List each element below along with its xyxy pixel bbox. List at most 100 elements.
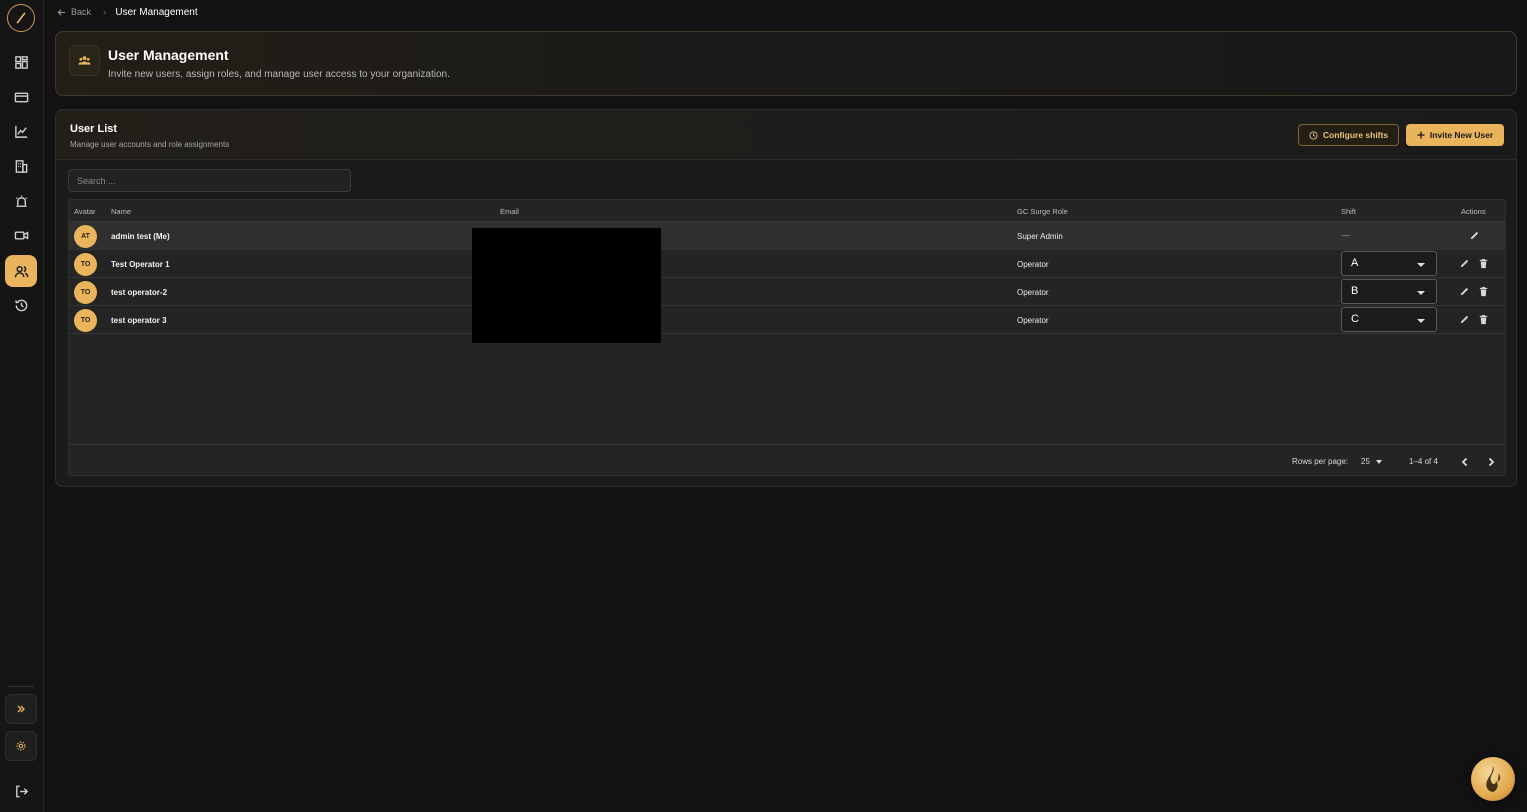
edit-button[interactable] bbox=[1469, 230, 1480, 241]
trash-icon bbox=[1479, 314, 1488, 325]
user-shift-empty: — bbox=[1342, 231, 1350, 240]
table-row: AT admin test (Me) Super Admin — bbox=[69, 222, 1505, 250]
page-title: User Management bbox=[108, 47, 229, 63]
sidebar bbox=[0, 0, 44, 812]
user-list-card: User List Manage user accounts and role … bbox=[55, 109, 1517, 487]
caret-down-icon bbox=[1417, 263, 1425, 267]
column-header-avatar: Avatar bbox=[74, 207, 96, 216]
edit-button[interactable] bbox=[1459, 314, 1470, 325]
configure-shifts-label: Configure shifts bbox=[1322, 130, 1389, 140]
avatar: TO bbox=[74, 281, 97, 304]
rows-per-page-label: Rows per page: bbox=[1292, 457, 1349, 466]
invite-new-user-button[interactable]: Invite New User bbox=[1406, 124, 1504, 146]
page-subtitle: Invite new users, assign roles, and mana… bbox=[108, 69, 450, 80]
sidebar-item-users[interactable] bbox=[5, 255, 37, 287]
column-header-actions: Actions bbox=[1461, 207, 1486, 216]
logout-button[interactable] bbox=[5, 775, 37, 807]
user-list-subtitle: Manage user accounts and role assignment… bbox=[70, 140, 230, 149]
assistant-fab-button[interactable] bbox=[1471, 757, 1515, 801]
sidebar-item-cameras[interactable] bbox=[5, 219, 37, 251]
user-role: Operator bbox=[1017, 316, 1049, 325]
trash-icon bbox=[1479, 258, 1488, 269]
previous-page-button[interactable] bbox=[1458, 455, 1472, 469]
edit-button[interactable] bbox=[1459, 286, 1470, 297]
sidebar-item-sites[interactable] bbox=[5, 150, 37, 182]
sidebar-item-alarms[interactable] bbox=[5, 185, 37, 217]
delete-button[interactable] bbox=[1478, 258, 1489, 269]
table-pagination: Rows per page: 25 1–4 of 4 bbox=[69, 444, 1505, 477]
shift-select-value: B bbox=[1351, 285, 1359, 297]
settings-button[interactable] bbox=[5, 731, 37, 761]
table-row: TO test operator 3 Operator C bbox=[69, 306, 1505, 334]
users-table: Avatar Name Email GC Surge Role Shift Ac… bbox=[68, 199, 1506, 476]
search-input[interactable] bbox=[68, 169, 351, 192]
user-name: test operator 3 bbox=[111, 316, 167, 325]
pencil-icon bbox=[1460, 315, 1469, 324]
sidebar-item-history[interactable] bbox=[5, 289, 37, 321]
avatar: TO bbox=[74, 309, 97, 332]
sidebar-item-billing[interactable] bbox=[5, 81, 37, 113]
sidebar-item-dashboard[interactable] bbox=[5, 46, 37, 78]
logout-icon bbox=[15, 785, 28, 797]
rows-per-page-select[interactable]: 25 bbox=[1361, 457, 1370, 466]
breadcrumb-separator-icon: › bbox=[103, 6, 107, 18]
user-role: Operator bbox=[1017, 288, 1049, 297]
double-chevron-right-icon bbox=[17, 705, 25, 713]
flame-icon bbox=[1486, 766, 1501, 792]
pagination-range: 1–4 of 4 bbox=[1409, 457, 1438, 466]
credit-card-icon bbox=[14, 92, 28, 102]
video-camera-icon bbox=[14, 231, 28, 239]
edit-button[interactable] bbox=[1459, 258, 1470, 269]
shift-select[interactable]: C bbox=[1341, 307, 1437, 332]
avatar: AT bbox=[74, 225, 97, 248]
pencil-icon bbox=[1460, 287, 1469, 296]
shift-select[interactable]: A bbox=[1341, 251, 1437, 276]
caret-down-icon[interactable] bbox=[1376, 460, 1382, 464]
back-link[interactable]: Back bbox=[71, 7, 91, 17]
app-logo[interactable] bbox=[7, 4, 35, 32]
plus-icon bbox=[1417, 131, 1425, 139]
sidebar-divider bbox=[8, 686, 34, 687]
avatar: TO bbox=[74, 253, 97, 276]
breadcrumb: Back › User Management bbox=[57, 6, 198, 18]
next-page-button[interactable] bbox=[1484, 455, 1498, 469]
column-header-role[interactable]: GC Surge Role bbox=[1017, 207, 1068, 216]
page-header-card: User Management Invite new users, assign… bbox=[55, 31, 1517, 96]
user-name: test operator-2 bbox=[111, 288, 168, 297]
user-list-header: User List Manage user accounts and role … bbox=[56, 110, 1516, 160]
clock-icon bbox=[1309, 130, 1318, 140]
users-icon bbox=[14, 265, 28, 277]
sidebar-item-analytics[interactable] bbox=[5, 115, 37, 147]
table-row: TO test operator-2 Operator B bbox=[69, 278, 1505, 306]
history-icon bbox=[14, 299, 27, 311]
column-header-email[interactable]: Email bbox=[500, 207, 519, 216]
delete-button[interactable] bbox=[1478, 286, 1489, 297]
user-role: Super Admin bbox=[1017, 232, 1063, 241]
invite-new-user-label: Invite New User bbox=[1429, 130, 1494, 140]
user-role: Operator bbox=[1017, 260, 1049, 269]
arrow-left-icon[interactable] bbox=[57, 8, 66, 17]
user-name: Test Operator 1 bbox=[111, 260, 170, 269]
chevron-right-icon bbox=[1488, 457, 1495, 467]
gear-icon bbox=[16, 741, 26, 751]
table-header: Avatar Name Email GC Surge Role Shift Ac… bbox=[69, 200, 1505, 222]
user-name: admin test (Me) bbox=[111, 232, 170, 241]
line-chart-icon bbox=[14, 125, 27, 138]
pencil-icon bbox=[1470, 231, 1479, 240]
alarm-siren-icon bbox=[15, 194, 27, 207]
header-icon-container bbox=[69, 45, 100, 76]
chevron-left-icon bbox=[1461, 457, 1468, 467]
building-icon bbox=[15, 159, 27, 173]
shift-select[interactable]: B bbox=[1341, 279, 1437, 304]
dashboard-icon bbox=[14, 55, 28, 69]
delete-button[interactable] bbox=[1478, 314, 1489, 325]
column-header-name[interactable]: Name bbox=[111, 207, 131, 216]
sidebar-expand-button[interactable] bbox=[5, 694, 37, 724]
user-group-icon bbox=[78, 56, 91, 65]
trash-icon bbox=[1479, 286, 1488, 297]
user-list-title: User List bbox=[70, 123, 118, 135]
column-header-shift: Shift bbox=[1341, 207, 1357, 216]
caret-down-icon bbox=[1417, 319, 1425, 323]
shift-select-value: A bbox=[1351, 257, 1359, 269]
configure-shifts-button[interactable]: Configure shifts bbox=[1298, 124, 1399, 146]
